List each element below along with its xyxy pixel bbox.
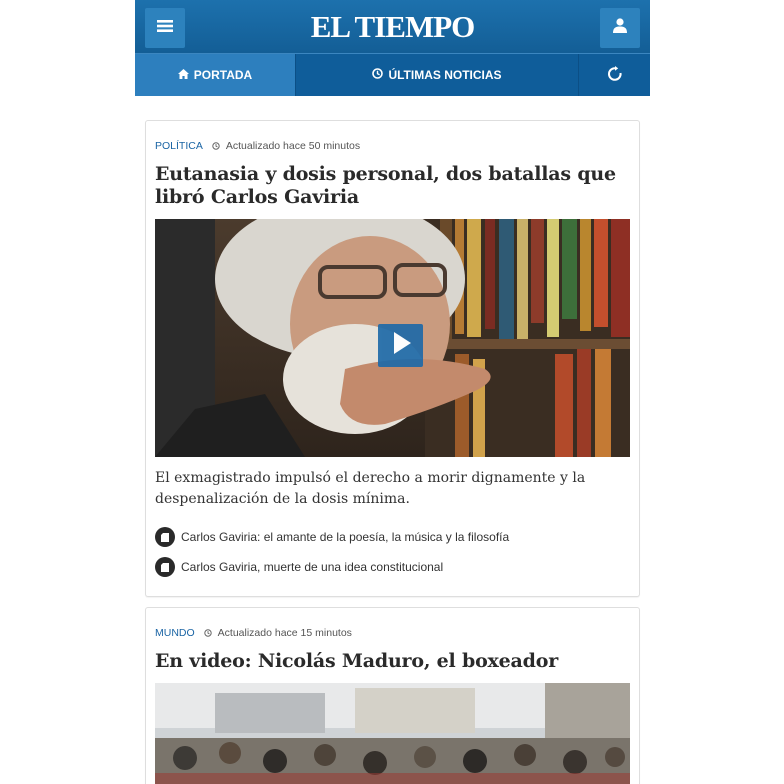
related-links: Carlos Gaviria: el amante de la poesía, … xyxy=(155,522,630,596)
section-nav: PORTADA ÚLTIMAS NOTICIAS xyxy=(135,53,650,96)
article-meta: POLÍTICA Actualizado hace 50 minutos xyxy=(155,121,630,152)
tab-ultimas-noticias[interactable]: ÚLTIMAS NOTICIAS xyxy=(295,54,579,96)
section-label[interactable]: MUNDO xyxy=(155,627,195,639)
related-link-label: Carlos Gaviria: el amante de la poesía, … xyxy=(181,530,510,544)
app: EL TIEMPO PORTADA ÚLTIMAS NOTICIAS POLÍT… xyxy=(135,0,650,784)
video-thumbnail xyxy=(155,683,630,784)
related-link[interactable]: Carlos Gaviria, muerte de una idea const… xyxy=(155,552,630,582)
tab-ultimas-label: ÚLTIMAS NOTICIAS xyxy=(388,68,502,82)
related-link[interactable]: Carlos Gaviria: el amante de la poesía, … xyxy=(155,522,630,552)
article-video[interactable] xyxy=(155,683,630,784)
article-meta: MUNDO Actualizado hace 15 minutos xyxy=(155,608,630,639)
site-logo[interactable]: EL TIEMPO xyxy=(135,9,650,45)
refresh-icon xyxy=(607,65,623,85)
article-headline[interactable]: En video: Nicolás Maduro, el boxeador xyxy=(155,650,630,673)
article-card: POLÍTICA Actualizado hace 50 minutos Eut… xyxy=(145,120,640,597)
clock-icon xyxy=(203,629,212,637)
user-icon xyxy=(613,18,627,38)
top-bar: EL TIEMPO xyxy=(135,0,650,53)
article-headline[interactable]: Eutanasia y dosis personal, dos batallas… xyxy=(155,163,630,209)
article-icon xyxy=(155,527,175,547)
news-feed: POLÍTICA Actualizado hace 50 minutos Eut… xyxy=(145,120,640,784)
article-video[interactable] xyxy=(155,219,630,457)
tab-portada[interactable]: PORTADA xyxy=(135,54,295,96)
tab-portada-label: PORTADA xyxy=(193,68,253,82)
article-icon xyxy=(155,557,175,577)
related-link-label: Carlos Gaviria, muerte de una idea const… xyxy=(181,560,444,574)
refresh-button[interactable] xyxy=(579,54,650,96)
updated-time: Actualizado hace 15 minutos xyxy=(217,627,352,639)
home-icon xyxy=(177,68,189,82)
updated-time: Actualizado hace 50 minutos xyxy=(225,140,361,152)
play-button[interactable] xyxy=(378,324,423,367)
article-summary: El exmagistrado impulsó el derecho a mor… xyxy=(155,470,586,507)
article-card: MUNDO Actualizado hace 15 minutos En vid… xyxy=(145,607,640,784)
play-icon xyxy=(388,330,414,361)
clock-icon xyxy=(372,68,384,82)
clock-icon xyxy=(212,142,220,150)
section-label[interactable]: POLÍTICA xyxy=(155,140,203,152)
user-button[interactable] xyxy=(600,8,640,48)
